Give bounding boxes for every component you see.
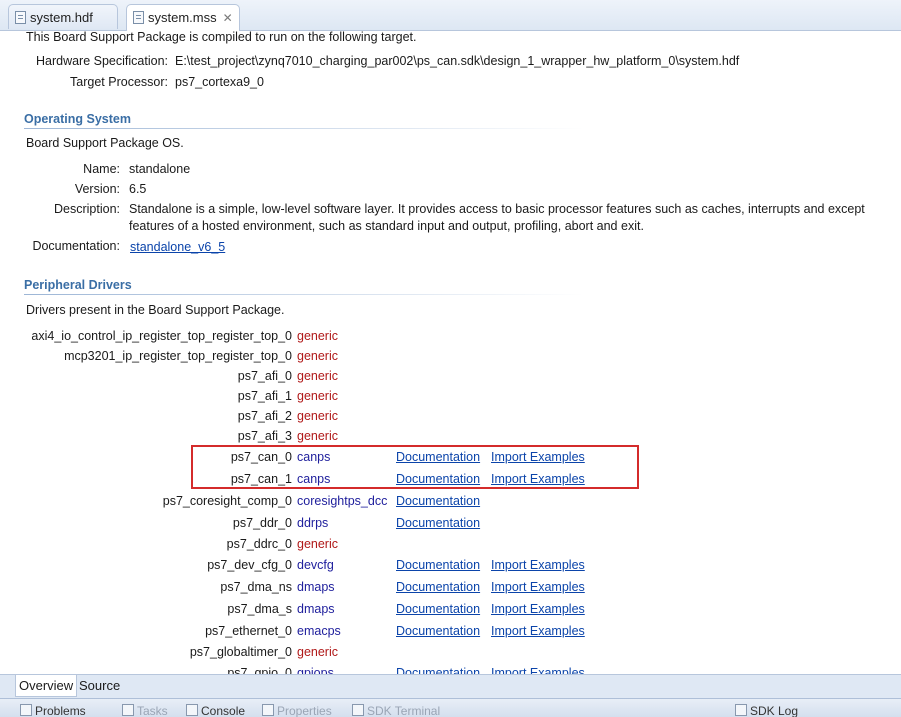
driver-name: dmaps	[297, 602, 335, 616]
view-tab-sdk-log[interactable]: SDK Log	[735, 704, 798, 717]
driver-name: generic	[297, 329, 338, 343]
tab-system-hdf[interactable]: system.hdf	[8, 4, 118, 29]
import-examples-link[interactable]: Import Examples	[491, 601, 585, 617]
driver-name: generic	[297, 645, 338, 659]
driver-instance-name: ps7_dma_s	[227, 602, 292, 616]
documentation-link[interactable]: Documentation	[396, 665, 480, 674]
import-examples-link[interactable]: Import Examples	[491, 665, 585, 674]
hw-spec-label: Hardware Specification:	[35, 54, 168, 68]
tasks-icon	[122, 704, 134, 716]
documentation-link[interactable]: Documentation	[396, 557, 480, 573]
driver-name: emacps	[297, 624, 341, 638]
drivers-subtitle: Drivers present in the Board Support Pac…	[26, 303, 285, 317]
mss-overview-page: This Board Support Package is compiled t…	[0, 30, 901, 674]
driver-instance-name: ps7_afi_2	[237, 409, 292, 423]
editor-tab-bar: system.hdf system.mss ✕	[0, 0, 901, 31]
tab-source[interactable]: Source	[76, 675, 123, 697]
section-divider	[24, 294, 584, 295]
drivers-section-heading: Peripheral Drivers	[24, 278, 132, 292]
os-description-label: Description:	[54, 202, 120, 216]
file-icon	[15, 11, 26, 24]
driver-name: generic	[297, 349, 338, 363]
os-section-heading: Operating System	[24, 112, 131, 126]
editor-page-tabs: Overview Source	[0, 674, 901, 699]
os-version-value: 6.5	[129, 182, 147, 196]
import-examples-link[interactable]: Import Examples	[491, 579, 585, 595]
driver-name: devcfg	[297, 558, 334, 572]
hw-spec-value: E:\test_project\zynq7010_charging_par002…	[175, 54, 740, 68]
view-tab-properties[interactable]: Properties	[262, 704, 332, 717]
driver-name: generic	[297, 409, 338, 423]
driver-instance-name: ps7_dev_cfg_0	[207, 558, 292, 572]
view-tab-tasks[interactable]: Tasks	[122, 704, 168, 717]
console-icon	[186, 704, 198, 716]
driver-name: ddrps	[297, 516, 329, 530]
driver-instance-name: ps7_afi_1	[237, 389, 292, 403]
close-icon[interactable]: ✕	[223, 11, 233, 25]
driver-name: generic	[297, 389, 338, 403]
driver-instance-name: ps7_ddr_0	[232, 516, 292, 530]
driver-name: generic	[297, 429, 338, 443]
driver-instance-name: ps7_coresight_comp_0	[162, 494, 292, 508]
properties-icon	[262, 704, 274, 716]
tab-label: system.mss	[148, 10, 217, 25]
problems-icon	[20, 704, 32, 716]
tab-system-mss[interactable]: system.mss ✕	[126, 4, 240, 31]
os-documentation-label: Documentation:	[32, 239, 120, 253]
documentation-link[interactable]: Documentation	[396, 601, 480, 617]
driver-instance-name: ps7_dma_ns	[220, 580, 292, 594]
os-description-line2: features of a hosted environment, such a…	[129, 219, 644, 233]
log-icon	[735, 704, 747, 716]
documentation-link[interactable]: Documentation	[396, 515, 480, 531]
os-name-label: Name:	[83, 162, 120, 176]
driver-name: generic	[297, 537, 338, 551]
os-name-value: standalone	[129, 162, 191, 176]
os-documentation-link[interactable]: standalone_v6_5	[130, 239, 225, 255]
import-examples-link[interactable]: Import Examples	[491, 557, 585, 573]
file-icon	[133, 11, 144, 24]
target-processor-value: ps7_cortexa9_0	[175, 75, 264, 89]
os-description-line1: Standalone is a simple, low-level softwa…	[129, 202, 865, 216]
driver-instance-name: ps7_ethernet_0	[205, 624, 292, 638]
driver-instance-name: ps7_afi_3	[237, 429, 292, 443]
intro-text: This Board Support Package is compiled t…	[26, 30, 417, 44]
driver-name: dmaps	[297, 580, 335, 594]
driver-name: gpiops	[297, 666, 334, 674]
import-examples-link[interactable]: Import Examples	[491, 623, 585, 639]
driver-instance-name: ps7_globaltimer_0	[189, 645, 292, 659]
driver-name: generic	[297, 369, 338, 383]
driver-instance-name: ps7_ddrc_0	[226, 537, 292, 551]
driver-name: coresightps_dcc	[297, 494, 388, 508]
view-tab-problems[interactable]: Problems	[20, 704, 86, 717]
view-tab-console[interactable]: Console	[186, 704, 245, 717]
documentation-link[interactable]: Documentation	[396, 493, 480, 509]
tab-label: system.hdf	[30, 10, 93, 25]
section-divider	[24, 128, 584, 129]
driver-instance-name: ps7_gpio_0	[227, 666, 292, 674]
driver-instance-name: ps7_afi_0	[237, 369, 292, 383]
os-version-label: Version:	[74, 182, 120, 196]
tab-overview[interactable]: Overview	[15, 675, 78, 697]
view-tab-sdk-terminal[interactable]: SDK Terminal	[352, 704, 440, 717]
os-subtitle: Board Support Package OS.	[26, 136, 184, 150]
view-tab-bar: Problems Tasks Console Properties SDK Te…	[0, 698, 901, 717]
driver-instance-name: axi4_io_control_ip_register_top_register…	[31, 329, 292, 343]
driver-instance-name: mcp3201_ip_register_top_register_top_0	[64, 349, 292, 363]
terminal-icon	[352, 704, 364, 716]
documentation-link[interactable]: Documentation	[396, 623, 480, 639]
highlight-box	[191, 445, 639, 489]
documentation-link[interactable]: Documentation	[396, 579, 480, 595]
target-processor-label: Target Processor:	[70, 75, 168, 89]
